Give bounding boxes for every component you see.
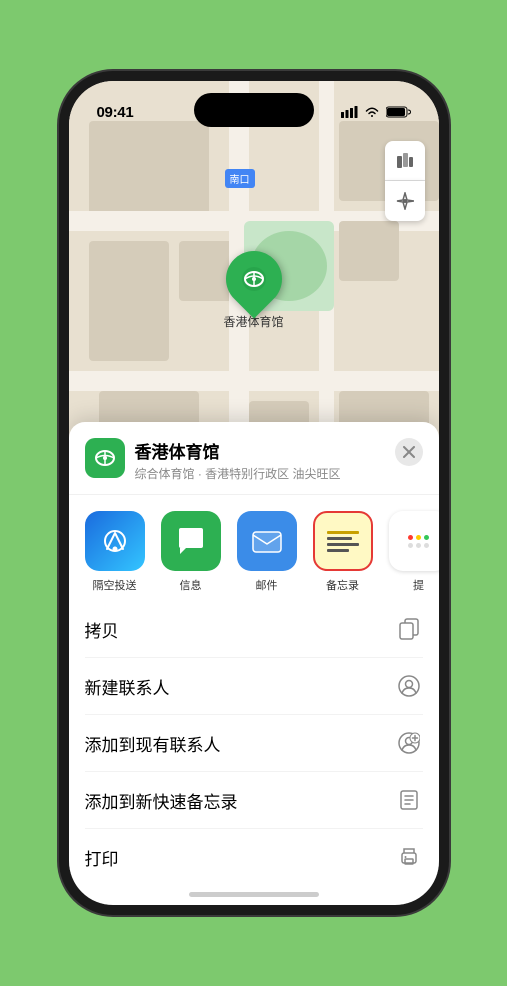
map-icon — [395, 151, 415, 171]
add-contact-icon — [395, 729, 423, 757]
action-list: 拷贝 新建联系人 — [69, 601, 439, 885]
home-indicator — [189, 892, 319, 897]
notes-icon-bg — [313, 511, 373, 571]
phone-frame: 09:41 — [59, 71, 449, 915]
map-pin-container: 香港体育馆 — [223, 251, 283, 330]
share-item-messages[interactable]: 信息 — [161, 511, 221, 593]
copy-icon — [395, 615, 423, 643]
dot-gray3 — [424, 543, 429, 548]
mail-icon-bg — [237, 511, 297, 571]
map-type-button[interactable] — [385, 141, 425, 181]
action-add-notes-label: 添加到新快速备忘录 — [85, 788, 238, 813]
airdrop-icon — [99, 525, 131, 557]
messages-label: 信息 — [180, 577, 202, 593]
venue-icon — [85, 438, 125, 478]
action-new-contact-label: 新建联系人 — [85, 674, 170, 699]
action-print-label: 打印 — [85, 845, 119, 870]
notes-lines — [327, 531, 359, 552]
action-print[interactable]: 打印 — [85, 829, 423, 885]
notes-label: 备忘录 — [326, 577, 359, 593]
dot-green — [424, 535, 429, 540]
dot-group-bottom — [408, 543, 429, 548]
mail-icon — [250, 526, 284, 556]
wifi-icon — [364, 106, 380, 118]
status-icons — [341, 106, 411, 118]
notes-action-icon — [395, 786, 423, 814]
venue-info: 香港体育馆 综合体育馆 · 香港特别行政区 油尖旺区 — [135, 438, 395, 482]
dot-group-top — [408, 535, 429, 540]
close-icon — [403, 446, 415, 458]
messages-icon — [174, 524, 208, 558]
more-label: 提 — [413, 577, 424, 593]
venue-header: 香港体育馆 综合体育馆 · 香港特别行政区 油尖旺区 — [69, 422, 439, 495]
venue-label: 南口 — [225, 169, 255, 188]
dynamic-island — [194, 93, 314, 127]
action-new-contact[interactable]: 新建联系人 — [85, 658, 423, 715]
print-icon — [395, 843, 423, 871]
status-time: 09:41 — [97, 104, 134, 121]
messages-icon-bg — [161, 511, 221, 571]
dot-gray1 — [408, 543, 413, 548]
map-pin — [214, 239, 293, 318]
new-contact-icon — [395, 672, 423, 700]
action-copy-label: 拷贝 — [85, 617, 119, 642]
share-item-mail[interactable]: 邮件 — [237, 511, 297, 593]
dot-gray2 — [416, 543, 421, 548]
map-controls — [385, 141, 425, 221]
action-add-notes[interactable]: 添加到新快速备忘录 — [85, 772, 423, 829]
dot-red — [408, 535, 413, 540]
bottom-sheet: 香港体育馆 综合体育馆 · 香港特别行政区 油尖旺区 — [69, 422, 439, 905]
more-icon-bg — [389, 511, 439, 571]
action-add-existing[interactable]: 添加到现有联系人 — [85, 715, 423, 772]
close-button[interactable] — [395, 438, 423, 466]
airdrop-icon-bg — [85, 511, 145, 571]
dot-yellow — [416, 535, 421, 540]
share-item-airdrop[interactable]: 隔空投送 — [85, 511, 145, 593]
venue-title: 香港体育馆 — [135, 438, 395, 463]
share-item-notes[interactable]: 备忘录 — [313, 511, 373, 593]
airdrop-label: 隔空投送 — [93, 577, 137, 593]
battery-icon — [386, 106, 411, 118]
signal-icon — [341, 106, 358, 118]
map-pin-inner — [236, 262, 270, 296]
stadium-icon — [239, 265, 267, 293]
location-button[interactable] — [385, 181, 425, 221]
venue-subtitle: 综合体育馆 · 香港特别行政区 油尖旺区 — [135, 465, 395, 482]
location-icon — [396, 192, 414, 210]
action-copy[interactable]: 拷贝 — [85, 601, 423, 658]
action-add-existing-label: 添加到现有联系人 — [85, 731, 221, 756]
venue-icon-svg — [93, 446, 117, 470]
mail-label: 邮件 — [256, 577, 278, 593]
share-item-more[interactable]: 提 — [389, 511, 439, 593]
share-row: 隔空投送 信息 邮件 — [69, 495, 439, 601]
